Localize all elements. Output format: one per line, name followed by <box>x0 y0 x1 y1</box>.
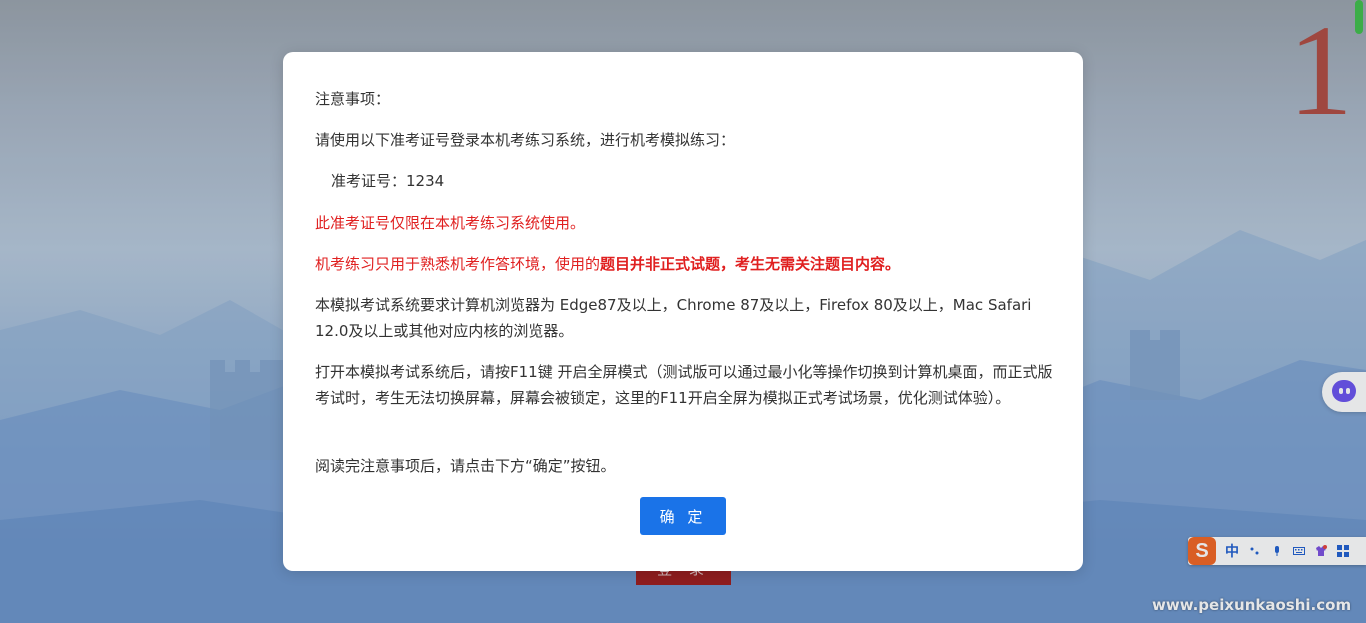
red-notice-1: 此准考证号仅限在本机考练习系统使用。 <box>315 214 586 232</box>
red-notice-2: 机考练习只用于熟悉机考作答环境，使用的题目并非正式试题，考生无需关注题目内容。 <box>315 251 900 277</box>
notice-dialog: 注意事项： 请使用以下准考证号登录本机考练习系统，进行机考模拟练习： 准考证号：… <box>283 52 1083 571</box>
browser-requirement: 本模拟考试系统要求计算机浏览器为 Edge87及以上，Chrome 87及以上，… <box>315 296 1032 340</box>
red-notice-2-bold: 题目并非正式试题，考生无需关注题目内容。 <box>600 255 901 273</box>
ticket-number: 1234 <box>406 172 445 190</box>
red-notice-2-prefix: 机考练习只用于熟悉机考作答环境，使用的 <box>315 255 601 273</box>
confirm-button[interactable]: 确 定 <box>640 497 726 535</box>
dialog-title: 注意事项： <box>315 90 391 108</box>
ticket-line: 准考证号：1234 <box>331 168 444 194</box>
fullscreen-notice: 打开本模拟考试系统后，请按F11键 开启全屏模式（测试版可以通过最小化等操作切换… <box>315 363 1053 407</box>
intro-text: 请使用以下准考证号登录本机考练习系统，进行机考模拟练习： <box>315 131 736 149</box>
read-notice: 阅读完注意事项后，请点击下方“确定”按钮。 <box>315 457 616 475</box>
ticket-label: 准考证号： <box>331 172 407 190</box>
